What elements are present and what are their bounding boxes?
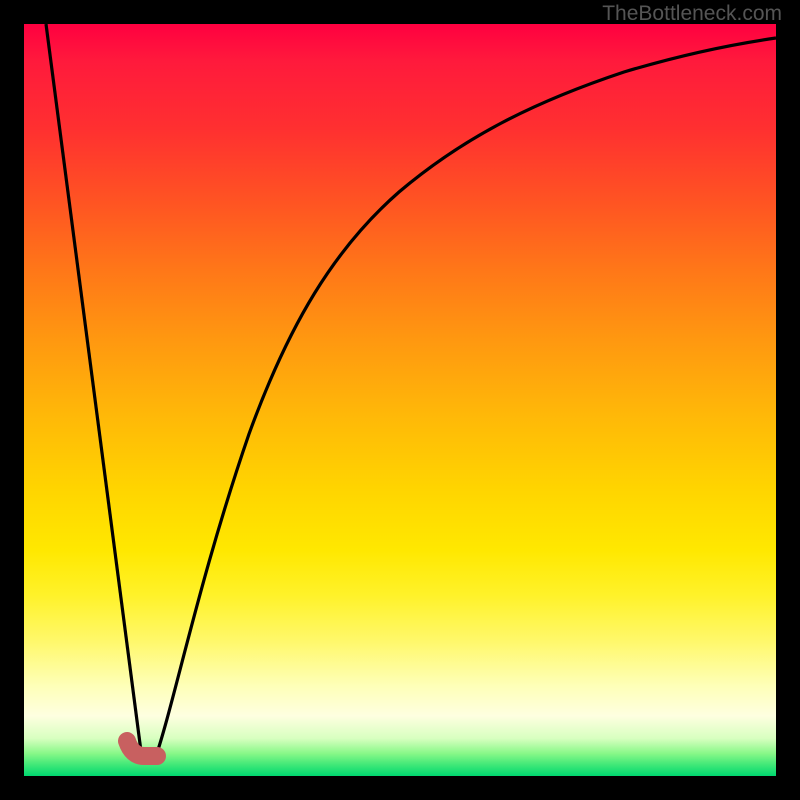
chart-svg [24, 24, 776, 776]
watermark-text: TheBottleneck.com [602, 2, 782, 26]
optimal-marker [127, 741, 157, 756]
bottleneck-curve-left [46, 24, 142, 759]
bottleneck-curve-right [155, 38, 776, 759]
chart-plot-area [24, 24, 776, 776]
